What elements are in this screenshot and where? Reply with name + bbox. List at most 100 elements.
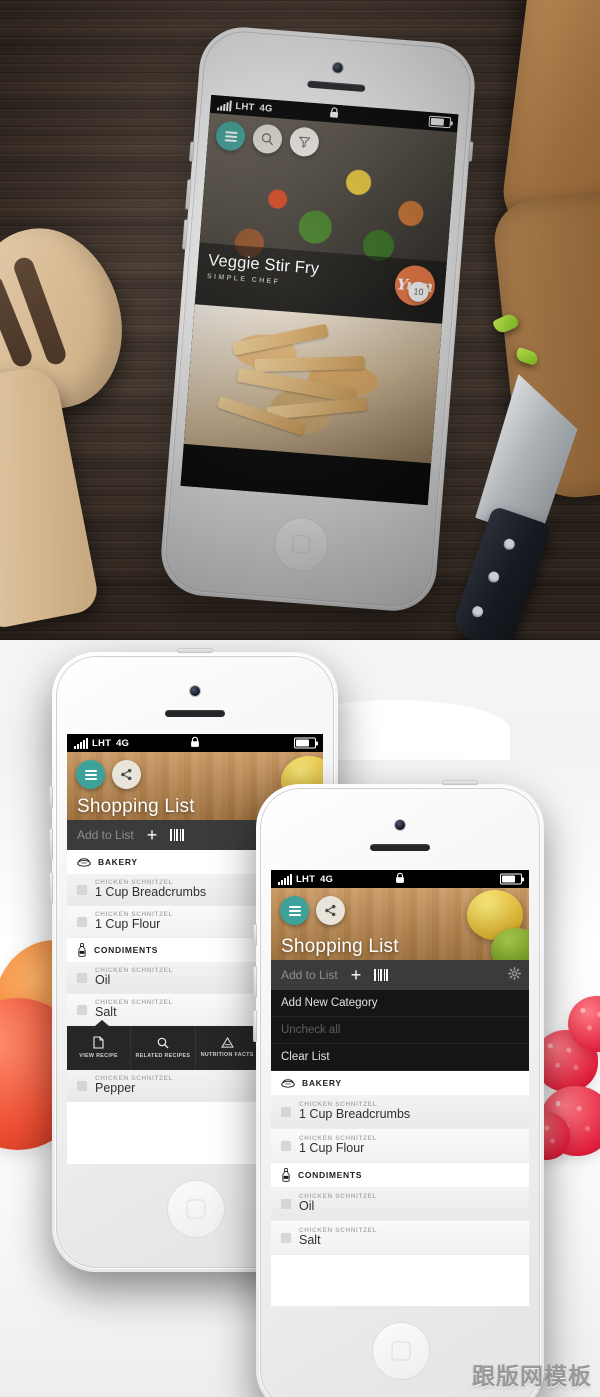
dropdown-item-uncheck-all[interactable]: Uncheck all [271,1017,529,1044]
item-checkbox[interactable] [77,916,87,927]
yum-label: Yum [396,275,434,296]
volume-down-button[interactable] [253,1010,257,1042]
search-icon[interactable] [251,123,284,155]
knife-rivet [486,570,501,585]
list-item[interactable]: CHICKEN SCHNITZEL 1 Cup Flour [271,1129,529,1163]
status-bar: LHT 4G [209,94,459,133]
plus-icon[interactable]: + [351,966,362,984]
item-text: CHICKEN SCHNITZEL Salt [299,1227,377,1248]
context-action-label: NUTRITION FACTS [200,1052,254,1059]
gear-icon[interactable] [507,966,522,983]
triangle-icon [220,1037,234,1050]
item-checkbox[interactable] [281,1198,291,1209]
item-checkbox[interactable] [281,1140,291,1151]
phone-shopping-list-front: LHT 4G Shopping List Add to List + Add N… [253,780,544,1397]
barcode-icon[interactable] [374,969,389,981]
home-button[interactable] [372,1322,430,1380]
context-action-view-recipe[interactable]: VIEW RECIPE [67,1026,132,1070]
context-action-nutrition-facts[interactable]: NUTRITION FACTS [196,1026,260,1070]
share-icon[interactable] [112,760,141,789]
dropdown-item-clear-list[interactable]: Clear List [271,1044,529,1071]
bread-icon [77,858,91,867]
item-name: 1 Cup Breadcrumbs [95,885,207,900]
item-checkbox[interactable] [77,1080,87,1091]
phone-screen-recipe-feed: LHT 4G Veggie Stir Fry SIMPLE CHEF Yum 1… [180,94,459,506]
network-label: 4G [320,873,334,885]
context-action-related-recipes[interactable]: RELATED RECIPES [131,1026,196,1070]
category-label: CONDIMENTS [94,945,159,955]
top-scene-wood-background: LHT 4G Veggie Stir Fry SIMPLE CHEF Yum 1… [0,0,600,640]
list-item[interactable]: CHICKEN SCHNITZEL Oil [271,1187,529,1221]
filter-icon[interactable] [288,126,320,158]
recipe-author: SIMPLE CHEF [206,273,281,286]
dropdown-item-add-new-category[interactable]: Add New Category [271,990,529,1017]
item-checkbox[interactable] [77,884,87,895]
dropdown-item-label: Clear List [281,1051,330,1063]
volume-down-button[interactable] [182,219,189,250]
home-button-square [291,534,311,555]
mute-switch[interactable] [253,924,257,946]
earpiece-speaker [165,710,225,717]
mute-switch[interactable] [49,786,53,808]
front-camera [395,820,405,830]
recipe-feed: Veggie Stir Fry SIMPLE CHEF Yum 10 [180,112,458,506]
bottom-scene-light-background: LHT 4G Shopping List Add to List + BAKER… [0,640,600,1397]
front-camera [332,62,344,74]
mute-switch[interactable] [188,141,195,162]
settings-dropdown-menu: Add New Category Uncheck all Clear List [271,990,529,1071]
volume-up-button[interactable] [253,966,257,998]
volume-down-button[interactable] [49,872,53,904]
item-checkbox[interactable] [281,1106,291,1117]
fry [216,395,306,436]
item-checkbox[interactable] [281,1232,291,1243]
lock-icon [396,872,405,886]
home-button[interactable] [272,515,331,574]
shopping-list-header: Shopping List [271,888,529,960]
bottle-icon [282,1168,290,1182]
volume-up-button[interactable] [185,179,192,210]
network-label: 4G [259,102,273,115]
add-to-list-input[interactable]: Add to List [281,968,338,982]
item-name: Pepper [95,1081,136,1096]
add-to-list-input[interactable]: Add to List [77,828,134,842]
item-text: CHICKEN SCHNITZEL 1 Cup Breadcrumbs [95,879,206,900]
item-checkbox[interactable] [77,1004,87,1015]
list-item[interactable]: CHICKEN SCHNITZEL 1 Cup Breadcrumbs [271,1095,529,1129]
add-to-list-toolbar: Add to List + [271,960,529,990]
menu-icon[interactable] [76,760,105,789]
item-text: CHICKEN SCHNITZEL Oil [299,1193,377,1214]
item-name: Oil [299,1199,315,1214]
knife-handle [449,505,553,640]
barcode-icon[interactable] [170,829,185,841]
power-button[interactable] [467,141,474,162]
lock-icon [191,736,200,750]
volume-up-button[interactable] [49,828,53,860]
category-label: BAKERY [98,857,138,867]
lime [491,928,529,960]
recipe-card-hero-image-2[interactable] [183,304,443,464]
earpiece-speaker [307,80,366,92]
item-name: Salt [95,1005,117,1020]
item-text: CHICKEN SCHNITZEL 1 Cup Flour [95,911,173,932]
plus-icon[interactable]: + [147,826,158,844]
share-icon[interactable] [316,896,345,925]
list-item[interactable]: CHICKEN SCHNITZEL Salt [271,1221,529,1255]
recipe-caption: Veggie Stir Fry SIMPLE CHEF Yum 10 [194,242,447,324]
menu-icon[interactable] [214,120,247,152]
knife-rivet [470,604,485,619]
yum-badge[interactable]: Yum 10 [393,263,437,308]
context-action-label: RELATED RECIPES [135,1052,191,1059]
phone-recipe-feed: LHT 4G Veggie Stir Fry SIMPLE CHEF Yum 1… [158,24,478,614]
watermark: 跟版网模板 [472,1364,592,1390]
phone-bezel [161,27,475,611]
hamburger-lines [84,768,97,782]
power-button[interactable] [177,648,213,653]
power-button[interactable] [442,780,478,785]
battery-icon [294,737,318,749]
menu-icon[interactable] [280,896,309,925]
recipe-card-hero-image[interactable]: Veggie Stir Fry SIMPLE CHEF Yum 10 [194,112,458,324]
category-header-bakery: BAKERY [271,1071,529,1095]
home-button[interactable] [167,1180,225,1238]
item-checkbox[interactable] [77,972,87,983]
home-button-square [391,1341,411,1361]
